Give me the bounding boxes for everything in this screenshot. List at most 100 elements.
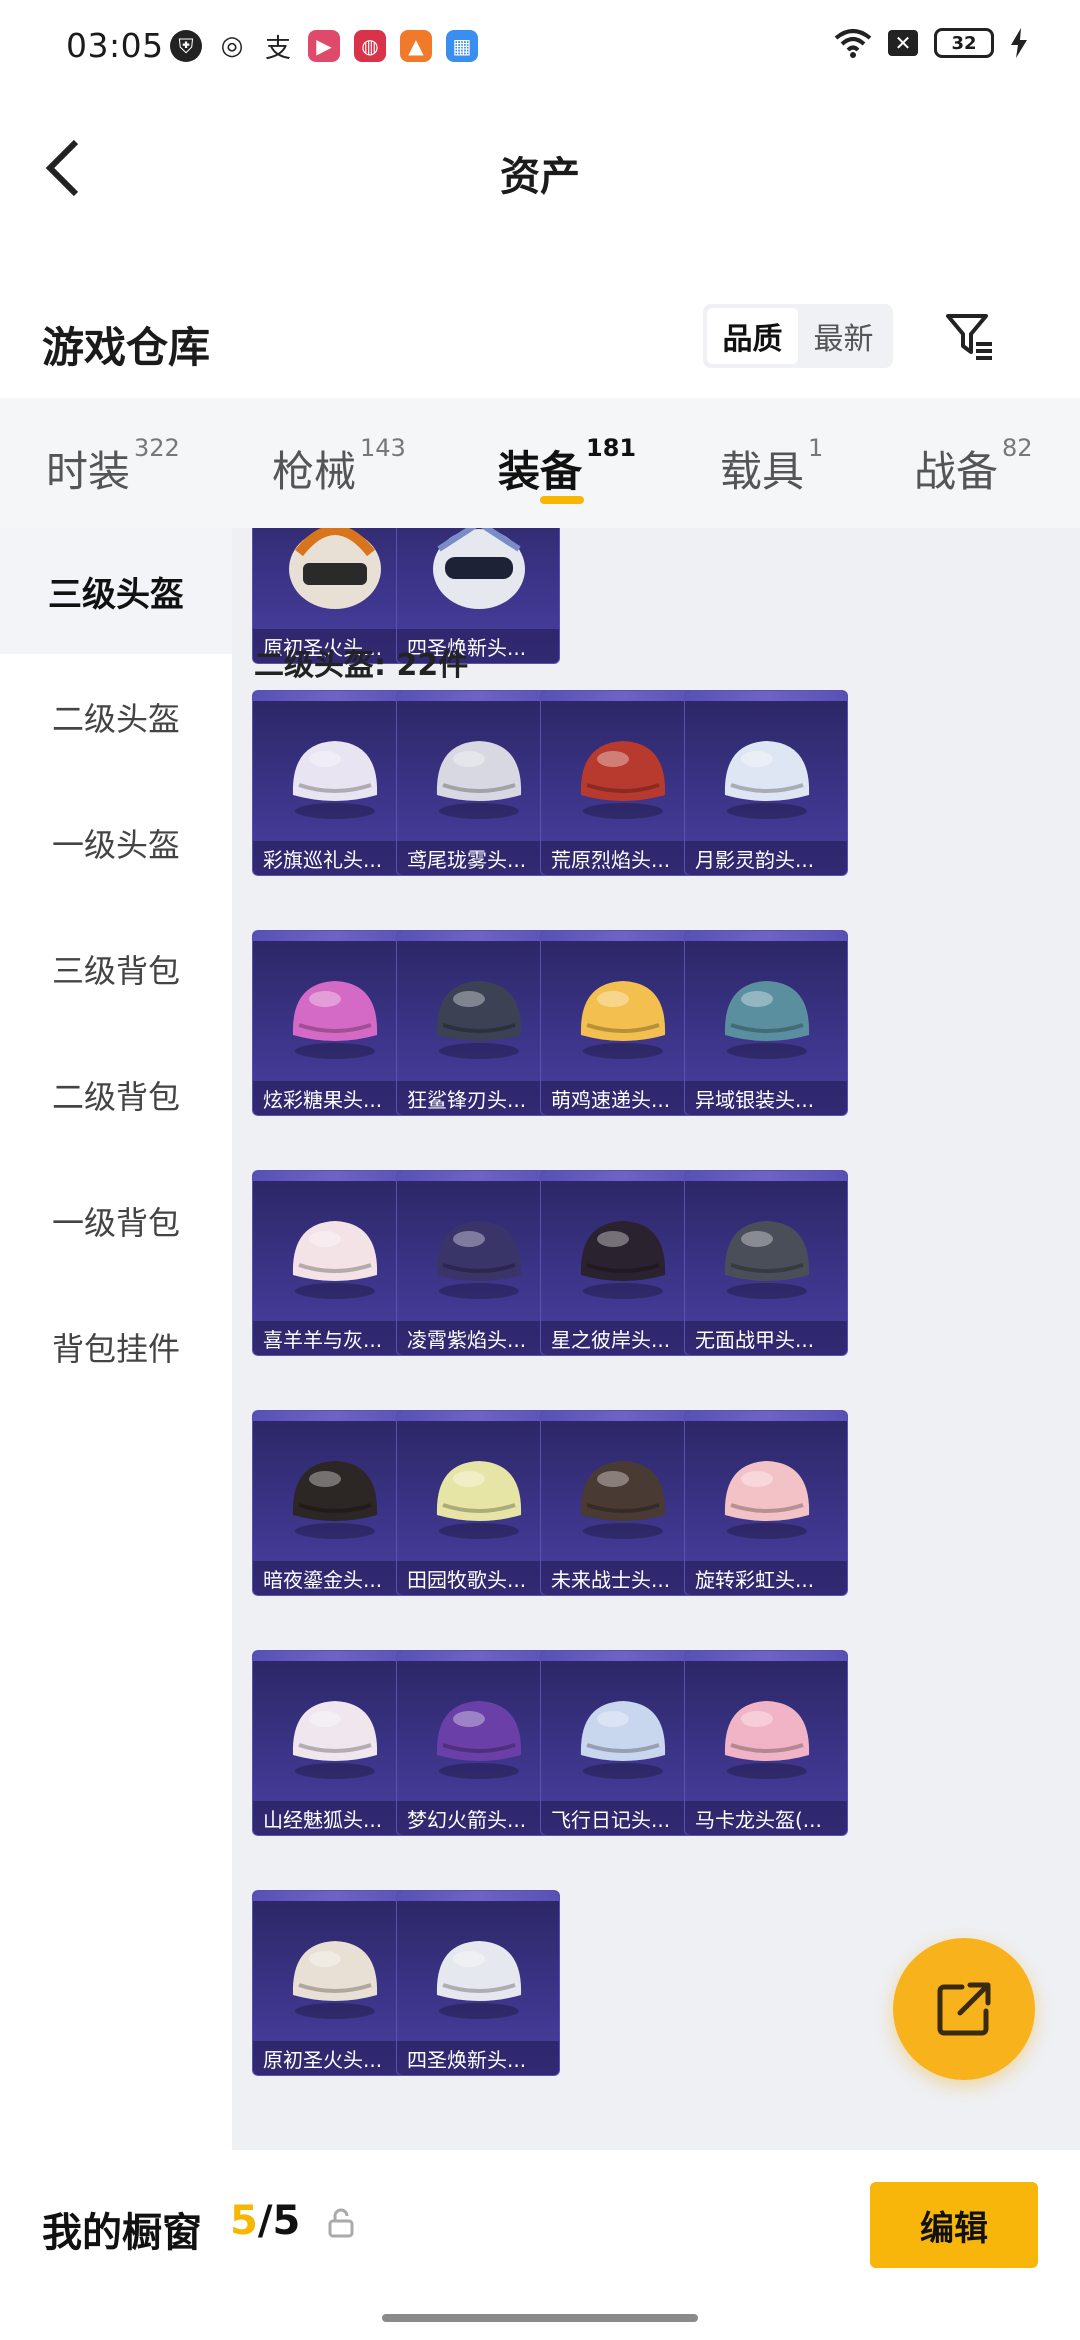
helmet-image <box>279 1685 391 1795</box>
sidebar-item-level1-backpack[interactable]: 一级背包 <box>0 1158 232 1284</box>
item-name: 飞行日记头... <box>541 1801 703 1835</box>
helmet-image <box>423 725 535 835</box>
item-card[interactable]: 狂鲨锋刃头... <box>396 930 560 1116</box>
wifi-icon <box>834 29 872 58</box>
showcase-total: /5 <box>257 2198 301 2244</box>
sort-toggle: 品质 最新 <box>703 304 893 368</box>
helmet-image <box>711 1685 823 1795</box>
sort-option-newest[interactable]: 最新 <box>798 308 889 364</box>
item-name: 炫彩糖果头... <box>253 1081 415 1115</box>
item-name: 鸢尾珑雾头... <box>397 841 559 875</box>
helmet-image <box>279 1925 391 2035</box>
tab-supplies[interactable]: 战备 82 <box>914 434 1033 499</box>
section-head: 游戏仓库 品质 最新 <box>0 290 1080 390</box>
item-card[interactable]: 原初圣火头... <box>252 1890 416 2076</box>
item-card[interactable]: 飞行日记头... <box>540 1650 704 1836</box>
sidebar-item-level3-helmet[interactable]: 三级头盔 <box>0 528 232 654</box>
battery-icon: 32 <box>934 28 994 58</box>
sidebar-item-level2-backpack[interactable]: 二级背包 <box>0 1032 232 1158</box>
shield-app-icon: ⛨ <box>170 30 202 62</box>
helmet-image <box>423 1685 535 1795</box>
tab-label: 战备 <box>914 447 999 496</box>
item-card[interactable]: 星之彼岸头... <box>540 1170 704 1356</box>
tab-fashion[interactable]: 时装 322 <box>46 434 180 499</box>
helmet-image <box>567 1685 679 1795</box>
helmet-image <box>423 1925 535 2035</box>
charging-icon <box>1011 28 1027 58</box>
sidebar-item-level3-backpack[interactable]: 三级背包 <box>0 906 232 1032</box>
no-sim-icon: ✕ <box>888 30 918 56</box>
helmet-image <box>711 1205 823 1315</box>
sidebar-item-level2-helmet[interactable]: 二级头盔 <box>0 654 232 780</box>
filter-button[interactable] <box>940 306 1000 366</box>
bottom-bar: 我的橱窗 5/5 编辑 <box>0 2150 1080 2340</box>
helmet-image <box>567 1205 679 1315</box>
alipay-icon: 支 <box>262 30 294 64</box>
helmet-image <box>567 1445 679 1555</box>
tab-guns[interactable]: 枪械 143 <box>272 434 406 499</box>
item-name: 狂鲨锋刃头... <box>397 1081 559 1115</box>
item-card[interactable]: 田园牧歌头... <box>396 1410 560 1596</box>
item-card[interactable]: 暗夜鎏金头... <box>252 1410 416 1596</box>
helmet-image <box>279 725 391 835</box>
calendar-app-icon: ▦ <box>446 30 478 62</box>
status-time: 03:05 <box>66 26 164 65</box>
item-card[interactable]: 山经魅狐头... <box>252 1650 416 1836</box>
item-card[interactable]: 炫彩糖果头... <box>252 930 416 1116</box>
item-card[interactable]: 异域银装头... <box>684 930 848 1116</box>
sidebar-item-level1-helmet[interactable]: 一级头盔 <box>0 780 232 906</box>
tab-equipment[interactable]: 装备 181 <box>498 434 636 499</box>
item-card[interactable]: 彩旗巡礼头... <box>252 690 416 876</box>
item-name: 梦幻火箭头... <box>397 1801 559 1835</box>
showcase-current: 5 <box>230 2198 258 2244</box>
item-name: 四圣焕新头... <box>397 2041 559 2075</box>
helmet-image <box>711 1445 823 1555</box>
helmet-image <box>279 528 391 623</box>
item-name: 月影灵韵头... <box>685 841 847 875</box>
item-card[interactable]: 萌鸡速递头... <box>540 930 704 1116</box>
sort-option-quality[interactable]: 品质 <box>707 308 798 364</box>
helmet-image <box>711 965 823 1075</box>
page-title: 资产 <box>500 154 580 200</box>
item-card[interactable]: 月影灵韵头... <box>684 690 848 876</box>
showcase-count: 5/5 <box>230 2198 300 2244</box>
item-card[interactable]: 旋转彩虹头... <box>684 1410 848 1596</box>
tab-count: 143 <box>360 434 406 462</box>
game-app-icon: ▲ <box>400 30 432 62</box>
sidebar-item-backpack-charm[interactable]: 背包挂件 <box>0 1284 232 1410</box>
item-name: 原初圣火头... <box>253 2041 415 2075</box>
status-bar: 03:05 ⛨ ◎ 支 ▶ ◍ ▲ ▦ ✕ 32 <box>0 0 1080 96</box>
item-card[interactable]: 荒原烈焰头... <box>540 690 704 876</box>
sidebar: 三级头盔 二级头盔 一级头盔 三级背包 二级背包 一级背包 背包挂件 <box>0 528 232 2150</box>
share-fab[interactable] <box>893 1938 1035 2080</box>
item-card[interactable]: 喜羊羊与灰... <box>252 1170 416 1356</box>
helmet-image <box>423 1445 535 1555</box>
shopping-app-icon: ◍ <box>354 30 386 62</box>
item-name: 未来战士头... <box>541 1561 703 1595</box>
tab-label: 枪械 <box>272 447 357 496</box>
tab-count: 181 <box>586 434 637 462</box>
unlock-icon <box>328 2208 354 2238</box>
item-name: 荒原烈焰头... <box>541 841 703 875</box>
item-card[interactable]: 四圣焕新头... <box>396 1890 560 2076</box>
category-tabs: 时装 322 枪械 143 装备 181 载具 1 战备 82 <box>0 398 1080 528</box>
item-name: 山经魅狐头... <box>253 1801 415 1835</box>
tab-count: 322 <box>134 434 180 462</box>
item-card[interactable]: 未来战士头... <box>540 1410 704 1596</box>
item-card[interactable]: 无面战甲头... <box>684 1170 848 1356</box>
item-card[interactable]: 鸢尾珑雾头... <box>396 690 560 876</box>
item-card[interactable]: 马卡龙头盔(... <box>684 1650 848 1836</box>
item-name: 无面战甲头... <box>685 1321 847 1355</box>
battery-level: 32 <box>951 32 977 54</box>
tab-count: 1 <box>808 434 824 462</box>
item-name: 萌鸡速递头... <box>541 1081 703 1115</box>
group-header: 二级头盔: 22件 <box>254 648 469 683</box>
item-name: 星之彼岸头... <box>541 1321 703 1355</box>
item-card[interactable]: 凌霄紫焰头... <box>396 1170 560 1356</box>
active-tab-underline <box>540 496 584 504</box>
edit-button[interactable]: 编辑 <box>870 2182 1038 2268</box>
item-name: 旋转彩虹头... <box>685 1561 847 1595</box>
item-card[interactable]: 梦幻火箭头... <box>396 1650 560 1836</box>
tab-vehicles[interactable]: 载具 1 <box>720 434 823 499</box>
showcase-label: 我的橱窗 <box>42 2210 202 2256</box>
